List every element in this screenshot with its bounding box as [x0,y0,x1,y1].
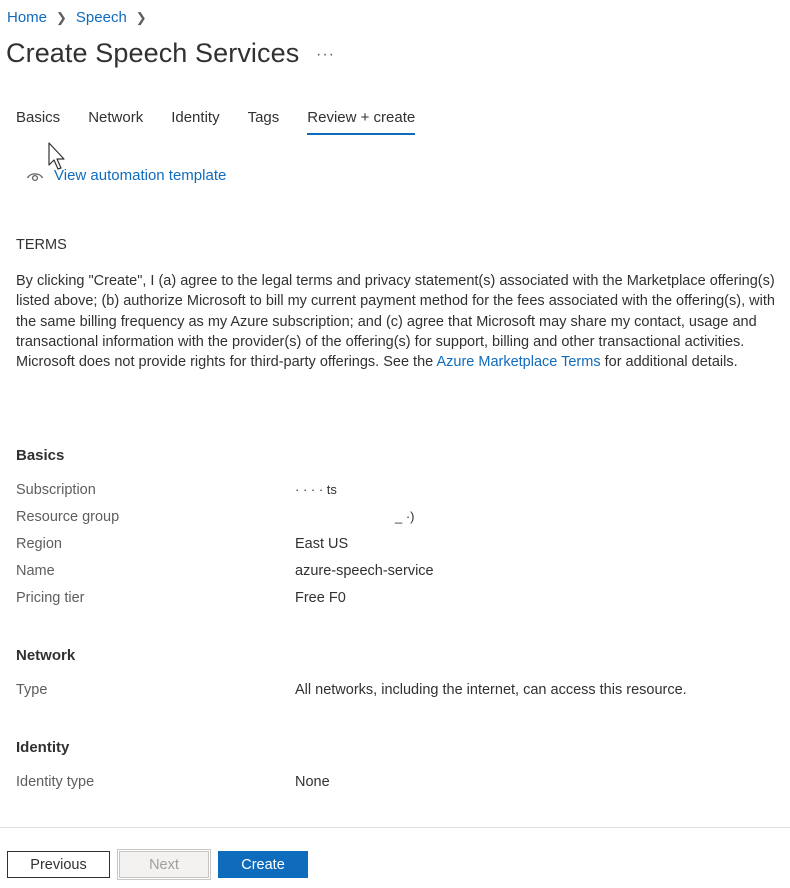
chevron-right-icon: ❯ [135,9,147,25]
terms-heading: TERMS [16,237,67,253]
identity-type-label: Identity type [16,774,95,790]
tab-bar: Basics Network Identity Tags Review + cr… [16,109,443,135]
pricing-tier-label: Pricing tier [16,590,85,606]
terms-text: By clicking "Create", I (a) agree to the… [16,271,781,372]
pricing-tier-value: Free F0 [295,590,346,606]
breadcrumb-speech[interactable]: Speech [76,9,127,26]
tab-tags[interactable]: Tags [248,109,280,135]
create-button[interactable]: Create [218,851,308,878]
subscription-value: · · · · ts [295,482,337,497]
region-value: East US [295,536,349,552]
tab-basics[interactable]: Basics [16,109,60,135]
view-automation-template: View automation template [26,167,226,184]
eye-icon [26,172,44,181]
previous-button[interactable]: Previous [7,851,110,878]
network-type-label: Type [16,682,48,698]
footer-divider [0,827,790,828]
tab-review-create[interactable]: Review + create [307,109,415,135]
azure-marketplace-terms-link[interactable]: Azure Marketplace Terms [436,354,600,370]
terms-text-after: for additional details. [600,354,738,371]
chevron-right-icon: ❯ [56,9,67,25]
breadcrumb-home[interactable]: Home [7,9,47,26]
resource-group-row: Resource group _ ·) [16,509,415,525]
subscription-label: Subscription [16,482,96,498]
region-row: Region East US [16,536,348,552]
name-label: Name [16,563,55,579]
tab-network[interactable]: Network [88,109,143,135]
next-button[interactable]: Next [117,849,211,880]
identity-type-row: Identity type None [16,774,330,790]
network-type-value: All networks, including the internet, ca… [295,682,687,698]
identity-type-value: None [295,774,330,790]
resource-group-label: Resource group [16,509,120,525]
breadcrumb: Home ❯ Speech ❯ [7,9,156,26]
name-value: azure-speech-service [295,563,434,579]
resource-group-value: _ ·) [395,509,415,524]
name-row: Name azure-speech-service [16,563,434,579]
pricing-tier-row: Pricing tier Free F0 [16,590,346,606]
network-type-row: Type All networks, including the interne… [16,682,687,698]
identity-heading: Identity [16,739,70,756]
tab-identity[interactable]: Identity [171,109,219,135]
network-heading: Network [16,647,76,664]
page-title: Create Speech Services [6,38,300,68]
region-label: Region [16,536,62,552]
basics-heading: Basics [16,447,65,464]
more-options-button[interactable]: ··· [316,46,335,64]
subscription-row: Subscription · · · · ts [16,482,337,498]
view-automation-template-link[interactable]: View automation template [54,167,226,184]
